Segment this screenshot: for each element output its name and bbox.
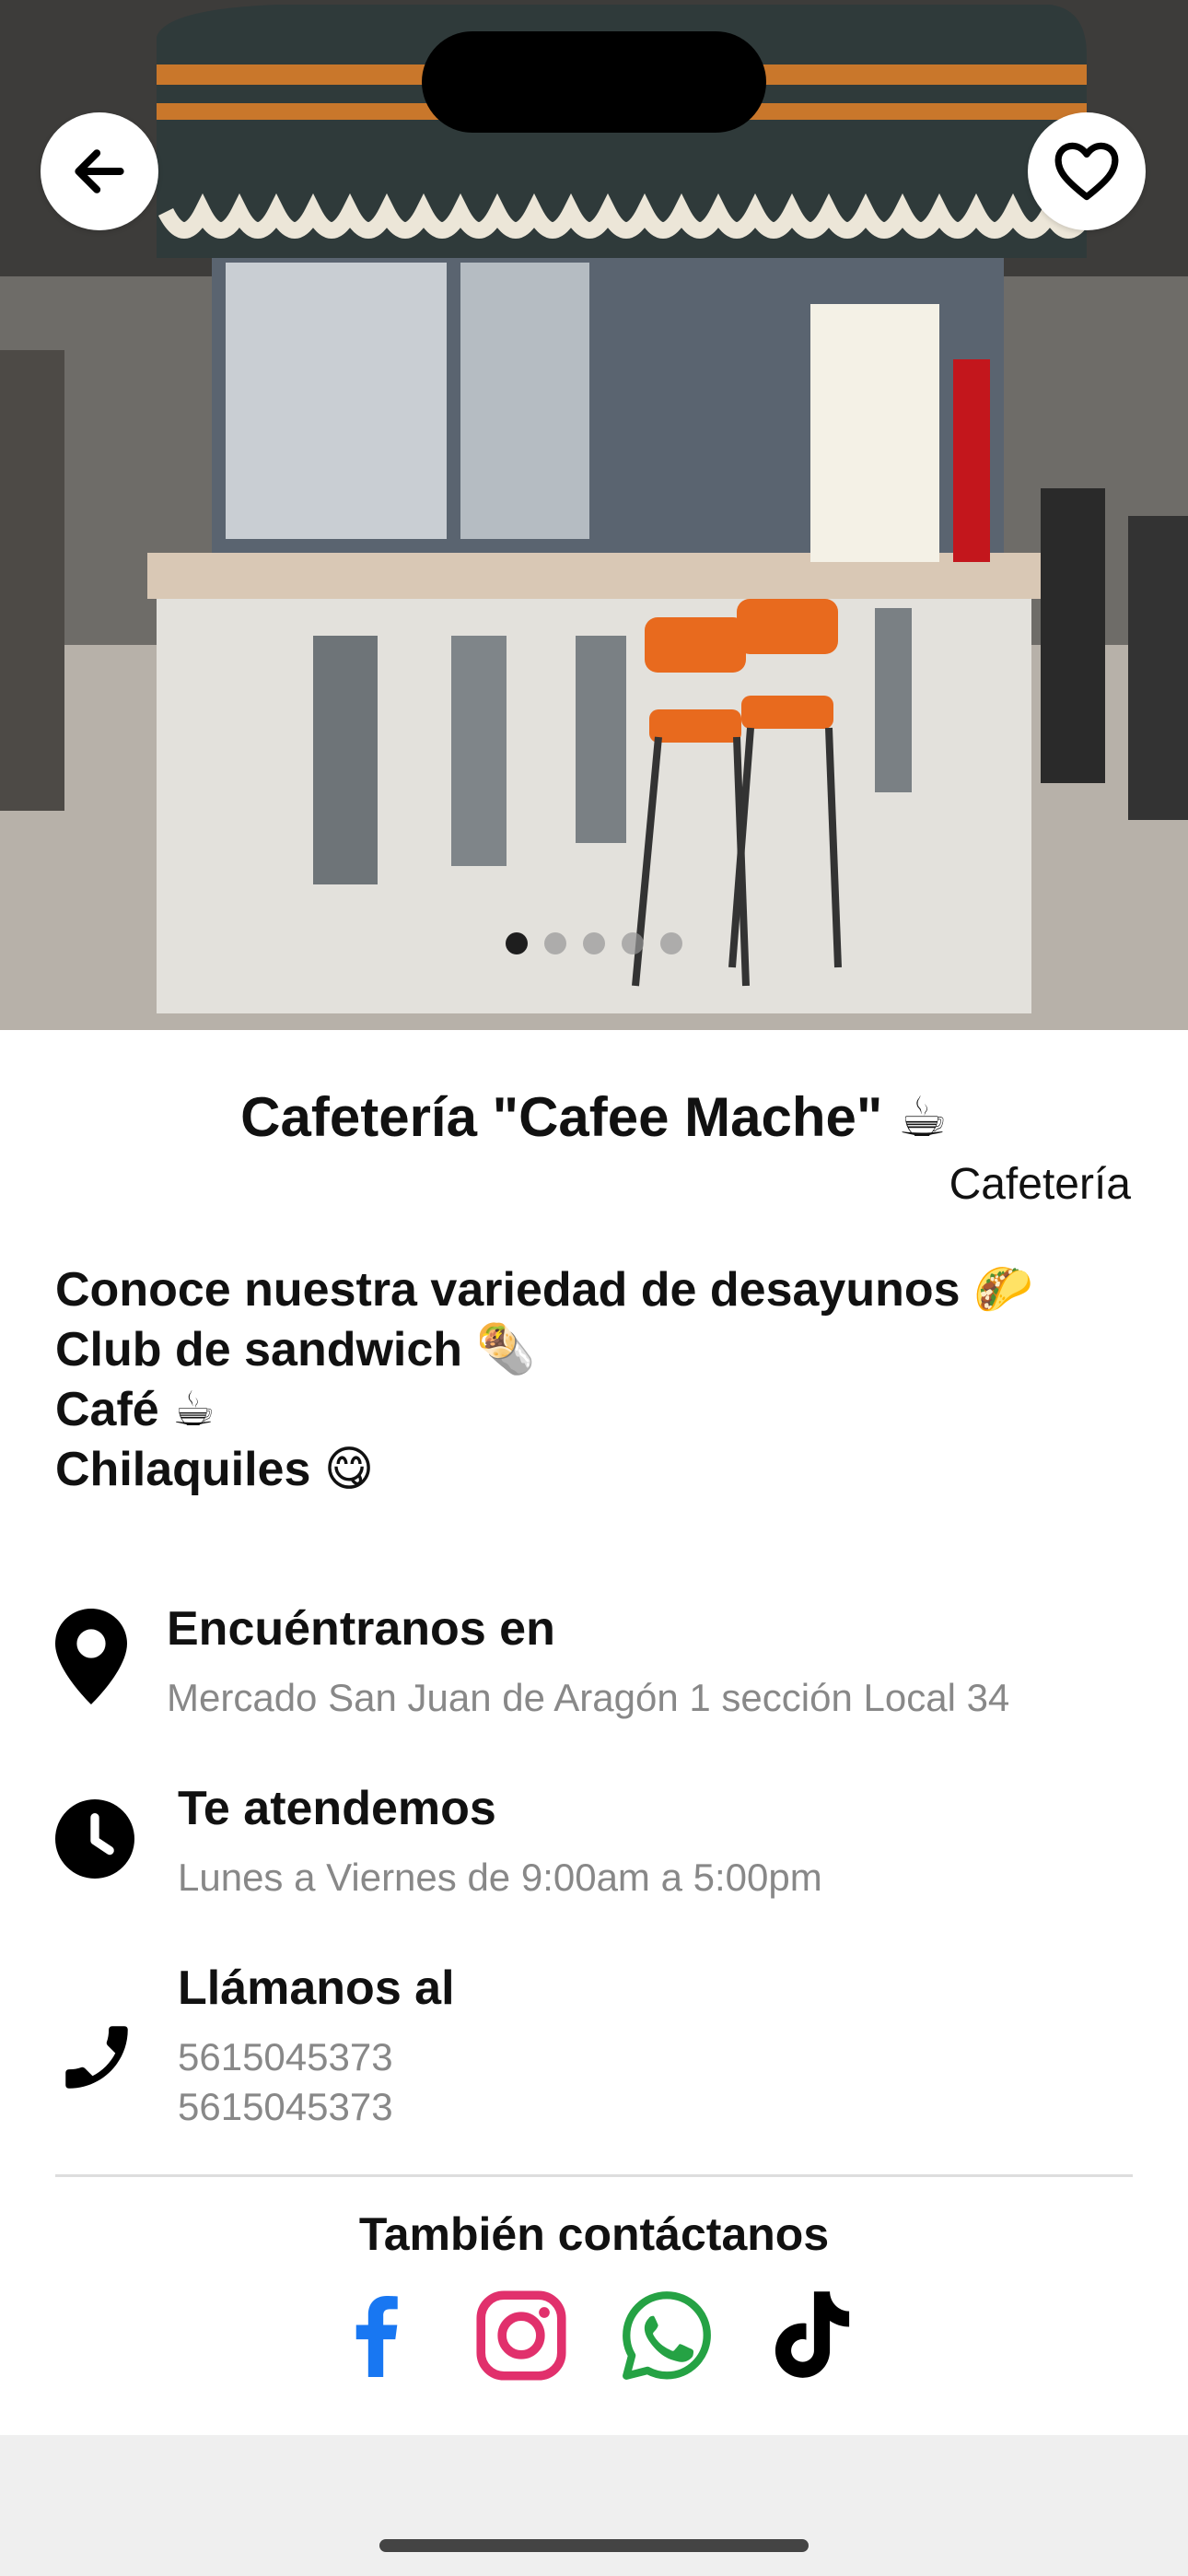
business-card: Cafetería "Cafee Mache" ☕ Cafetería Cono… (0, 1030, 1188, 2435)
whatsapp-link[interactable] (616, 2285, 717, 2386)
carousel-dot[interactable] (622, 932, 644, 954)
location-address: Mercado San Juan de Aragón 1 sección Loc… (167, 1676, 1010, 1719)
contact-title: También contáctanos (358, 2208, 830, 2260)
hours-value: Lunes a Viernes de 9:00am a 5:00pm (178, 1856, 822, 1899)
favorite-button[interactable] (1028, 112, 1146, 230)
phone-icon (65, 2026, 128, 2089)
carousel-dot[interactable] (544, 932, 566, 954)
map-pin-icon (55, 1609, 127, 1704)
carousel-dot[interactable] (506, 932, 528, 954)
description-line: Chilaquiles 😋 (55, 1443, 375, 1496)
arrow-left-icon (75, 149, 124, 193)
dynamic-island (422, 31, 766, 133)
facebook-link[interactable] (325, 2285, 426, 2386)
carousel-dot[interactable] (583, 932, 605, 954)
phone-number[interactable]: 5615045373 (178, 2082, 393, 2132)
phone-title: Llámanos al (178, 1961, 455, 2015)
location-row[interactable]: Encuéntranos en Mercado San Juan de Arag… (55, 1601, 1133, 1730)
hours-row: Te atendemos Lunes a Viernes de 9:00am a… (55, 1781, 1133, 1910)
heart-outline-icon (1054, 142, 1119, 201)
business-name: Cafetería "Cafee Mache" ☕ (240, 1086, 948, 1148)
home-indicator[interactable] (379, 2539, 809, 2552)
tiktok-icon (775, 2291, 850, 2378)
hero-image (0, 0, 1188, 1030)
carousel-dot[interactable] (660, 932, 682, 954)
phone-row: Llámanos al 5615045373 5615045373 (55, 1961, 1133, 2145)
divider (55, 2174, 1133, 2177)
tiktok-link[interactable] (762, 2285, 863, 2386)
phone-number[interactable]: 5615045373 (178, 2032, 393, 2082)
description-line: Conoce nuestra variedad de desayunos 🌮 (55, 1263, 1033, 1317)
business-description: Conoce nuestra variedad de desayunos 🌮 C… (55, 1260, 1033, 1500)
whatsapp-icon (623, 2291, 711, 2380)
clock-icon (55, 1799, 134, 1879)
carousel-dots[interactable] (0, 932, 1188, 954)
business-category: Cafetería (949, 1160, 1131, 1209)
instagram-icon (476, 2290, 566, 2381)
description-line: Café ☕ (55, 1383, 215, 1436)
description-line: Club de sandwich 🌯 (55, 1323, 536, 1376)
back-button[interactable] (41, 112, 158, 230)
facebook-icon (355, 2296, 398, 2377)
social-links (0, 2285, 1188, 2386)
location-title: Encuéntranos en (167, 1602, 555, 1656)
hero-photo[interactable] (0, 0, 1188, 1030)
hours-title: Te atendemos (178, 1782, 496, 1835)
instagram-link[interactable] (471, 2285, 572, 2386)
